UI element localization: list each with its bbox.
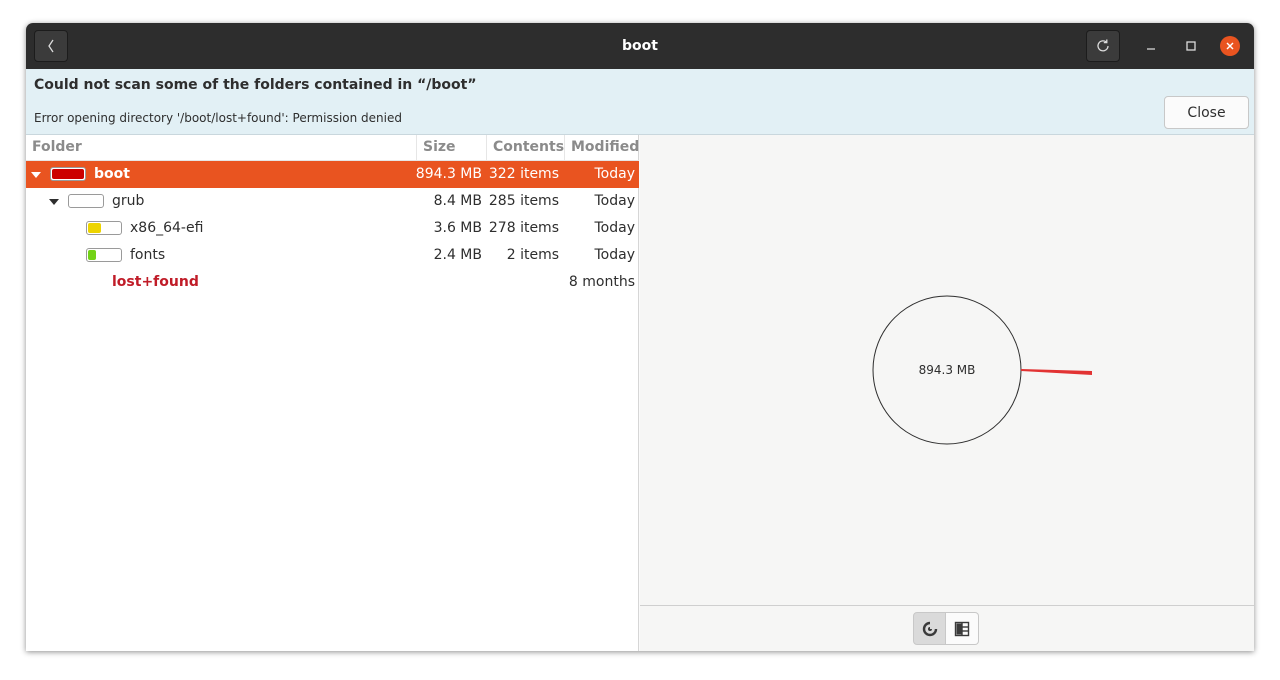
folder-size-bar — [50, 167, 86, 181]
treemap-toggle-button[interactable] — [946, 612, 979, 645]
folder-modified: Today — [594, 193, 636, 209]
tree-row-grub[interactable]: grub 8.4 MB 285 items Today — [26, 188, 639, 215]
folder-size-bar-fill — [88, 250, 96, 260]
scan-error-infobar: Could not scan some of the folders conta… — [26, 69, 1254, 135]
folder-name: lost+found — [112, 274, 199, 290]
close-window-button[interactable] — [1220, 36, 1240, 56]
column-header-modified[interactable]: Modified — [564, 135, 639, 160]
ring-chart-center-label: 894.3 MB — [919, 363, 976, 377]
header-bar: boot — [26, 23, 1254, 69]
folder-modified: 8 months — [568, 274, 635, 290]
column-header-folder[interactable]: Folder — [26, 135, 416, 160]
reload-icon — [1097, 39, 1109, 52]
infobar-close-button[interactable]: Close — [1164, 96, 1249, 129]
reload-button[interactable] — [1086, 30, 1120, 62]
folder-contents: 322 items — [488, 166, 559, 182]
folder-size-bar-fill — [88, 223, 101, 233]
ring-chart-toggle-button[interactable] — [913, 612, 946, 645]
folder-name: x86_64-efi — [130, 220, 204, 236]
folder-size: 2.4 MB — [433, 247, 482, 263]
folder-name: fonts — [130, 247, 166, 263]
folder-size: 3.6 MB — [433, 220, 482, 236]
tree-row-x86-64-efi[interactable]: x86_64-efi 3.6 MB 278 items Today — [26, 215, 639, 242]
folder-name: grub — [112, 193, 145, 209]
folder-contents: 278 items — [488, 220, 559, 236]
tree-header: Folder Size Contents Modified — [26, 135, 639, 161]
close-icon — [1226, 42, 1234, 50]
tree-row-lost-found[interactable]: lost+found 8 months — [26, 269, 639, 296]
ring-chart-area[interactable]: 894.3 MB — [640, 135, 1254, 605]
minimize-button[interactable] — [1142, 37, 1160, 55]
folder-size-bar-fill — [52, 169, 84, 179]
chevron-left-icon — [48, 39, 54, 53]
back-button[interactable] — [34, 30, 68, 62]
tree-row-fonts[interactable]: fonts 2.4 MB 2 items Today — [26, 242, 639, 269]
infobar-title: Could not scan some of the folders conta… — [34, 77, 477, 93]
chart-view-switcher — [640, 605, 1254, 651]
column-header-size[interactable]: Size — [416, 135, 486, 160]
infobar-message: Error opening directory '/boot/lost+foun… — [34, 111, 402, 125]
folder-modified: Today — [594, 247, 636, 263]
folder-contents: 285 items — [488, 193, 559, 209]
ring-chart-icon — [922, 619, 939, 636]
folder-size: 894.3 MB — [415, 166, 482, 182]
folder-contents: 2 items — [506, 247, 559, 263]
folder-size: 8.4 MB — [433, 193, 482, 209]
column-header-contents[interactable]: Contents — [486, 135, 564, 160]
expander-arrow-icon[interactable] — [47, 188, 61, 215]
tree-row-boot[interactable]: boot 894.3 MB 322 items Today — [26, 161, 639, 188]
ring-chart-segment[interactable] — [1021, 369, 1092, 375]
minimize-icon — [1147, 48, 1155, 50]
folder-size-bar — [86, 221, 122, 235]
baobab-window: boot Could not scan some of the folders … — [26, 23, 1254, 651]
folder-size-bar — [68, 194, 104, 208]
folder-modified: Today — [594, 220, 636, 236]
expander-arrow-icon[interactable] — [29, 161, 43, 188]
treemap-icon — [954, 621, 970, 636]
folder-modified: Today — [594, 166, 636, 182]
maximize-icon — [1186, 41, 1196, 51]
folder-tree[interactable]: Folder Size Contents Modified boot 894.3… — [26, 135, 639, 651]
maximize-button[interactable] — [1182, 37, 1200, 55]
folder-size-bar — [86, 248, 122, 262]
folder-name: boot — [94, 166, 130, 182]
window-title: boot — [622, 38, 658, 54]
ring-chart[interactable]: 894.3 MB — [640, 135, 1254, 605]
